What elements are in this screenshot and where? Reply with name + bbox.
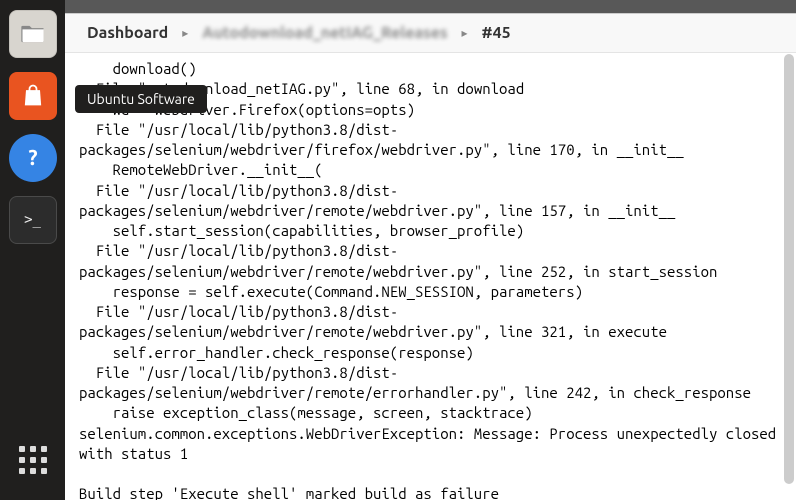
files-icon[interactable] [9,10,57,58]
terminal-icon[interactable]: >_ [9,196,57,244]
launcher-tooltip: Ubuntu Software [75,85,207,113]
folder-icon [19,20,47,48]
launcher-dock: ? >_ Ubuntu Software [0,0,65,500]
svg-text:?: ? [28,145,37,169]
scrollbar-vertical[interactable] [784,54,794,484]
show-applications-icon[interactable] [9,436,57,484]
breadcrumb-job[interactable]: Autodownload_netIAG_Releases [196,22,453,44]
help-icon[interactable]: ? [9,134,57,182]
question-mark-icon: ? [19,144,47,172]
breadcrumb-build[interactable]: #45 [476,22,517,44]
browser-content: Dashboard ▸ Autodownload_netIAG_Releases… [65,0,796,500]
ubuntu-software-icon[interactable] [9,72,57,120]
chevron-right-icon: ▸ [458,26,472,40]
chevron-right-icon: ▸ [178,26,192,40]
terminal-prompt-icon: >_ [24,212,41,228]
breadcrumb: Dashboard ▸ Autodownload_netIAG_Releases… [65,14,796,53]
browser-tabs-bar[interactable] [65,0,796,14]
console-output[interactable]: download() File "autodownload_netIAG.py"… [65,53,796,500]
shopping-bag-icon [19,82,47,110]
breadcrumb-dashboard[interactable]: Dashboard [81,22,174,44]
